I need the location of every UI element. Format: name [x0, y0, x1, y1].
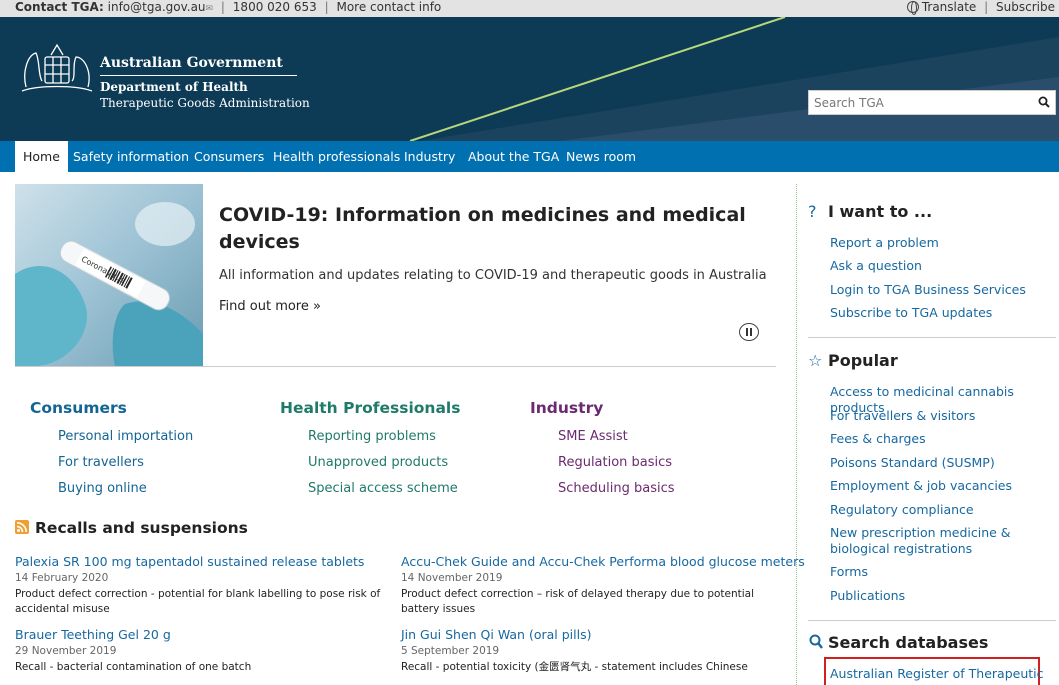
nav-safety-information[interactable]: Safety information	[65, 141, 197, 172]
recall-title-link[interactable]: Jin Gui Shen Qi Wan (oral pills)	[401, 627, 771, 642]
search-icon[interactable]	[1038, 96, 1050, 108]
divider	[808, 620, 1056, 621]
site-search	[808, 90, 1056, 115]
recall-title-link[interactable]: Palexia SR 100 mg tapentadol sustained r…	[15, 554, 385, 569]
nav-about-the-tga[interactable]: About the TGA	[460, 141, 567, 172]
recall-title-link[interactable]: Brauer Teething Gel 20 g	[15, 627, 385, 642]
department-name: Department of Health	[100, 80, 248, 94]
nav-home[interactable]: Home	[15, 141, 68, 172]
sidebar-divider	[796, 184, 797, 685]
carousel-pause-button[interactable]	[739, 323, 759, 341]
separator: |	[324, 0, 329, 14]
link-sme-assist[interactable]: SME Assist	[558, 429, 628, 444]
recall-item: Accu-Chek Guide and Accu-Chek Performa b…	[401, 554, 805, 617]
find-out-more-link[interactable]: Find out more »	[219, 299, 321, 314]
i-want-to-heading: ? I want to ...	[808, 202, 932, 221]
divider	[808, 337, 1056, 338]
link-publications[interactable]: Publications	[830, 588, 1055, 604]
separator: |	[984, 0, 989, 14]
popular-heading: ☆ Popular	[808, 351, 898, 370]
agency-name: Therapeutic Goods Administration	[100, 96, 310, 110]
link-scheduling-basics[interactable]: Scheduling basics	[558, 481, 675, 496]
rss-icon[interactable]	[15, 520, 29, 534]
link-buying-online[interactable]: Buying online	[58, 481, 147, 496]
link-new-prescription-medicine[interactable]: New prescription medicine & biological r…	[830, 525, 1055, 557]
recalls-heading: Recalls and suspensions	[15, 519, 248, 537]
star-icon: ☆	[808, 351, 823, 370]
hero-description: All information and updates relating to …	[219, 268, 767, 283]
link-reporting-problems[interactable]: Reporting problems	[308, 429, 436, 444]
divider	[15, 366, 776, 367]
hero-image[interactable]: Coronavirus	[15, 184, 203, 366]
consumers-heading[interactable]: Consumers	[30, 399, 127, 417]
link-regulatory-compliance[interactable]: Regulatory compliance	[830, 502, 1055, 518]
link-fees-charges[interactable]: Fees & charges	[830, 431, 1055, 447]
nav-news-room[interactable]: News room	[558, 141, 644, 172]
link-login-business-services[interactable]: Login to TGA Business Services	[830, 282, 1055, 298]
link-poisons-standard[interactable]: Poisons Standard (SUSMP)	[830, 455, 1055, 471]
link-unapproved-products[interactable]: Unapproved products	[308, 455, 448, 470]
government-name: Australian Government	[100, 55, 297, 76]
translate-link[interactable]: Translate	[922, 0, 977, 14]
utility-bar: Contact TGA: info@tga.gov.au✉ | 1800 020…	[0, 0, 1059, 17]
recall-date: 14 November 2019	[401, 572, 503, 584]
hero-test-tube-illustration: Coronavirus	[15, 202, 203, 366]
government-branding[interactable]: Australian Government Department of Heal…	[100, 55, 310, 110]
link-travellers-visitors[interactable]: For travellers & visitors	[830, 408, 1055, 424]
search-databases-title: Search databases	[828, 633, 989, 652]
link-employment[interactable]: Employment & job vacancies	[830, 478, 1055, 494]
contact-phone: 1800 020 653	[232, 0, 317, 14]
link-forms[interactable]: Forms	[830, 564, 1055, 580]
link-ask-a-question[interactable]: Ask a question	[830, 258, 1055, 274]
globe-icon	[906, 1, 919, 15]
nav-industry[interactable]: Industry	[396, 141, 463, 172]
hero-title-link[interactable]: COVID-19: Information on medicines and m…	[219, 202, 759, 256]
recall-description: Product defect correction – risk of dela…	[401, 588, 755, 615]
recall-item: Jin Gui Shen Qi Wan (oral pills) 5 Septe…	[401, 627, 771, 675]
recall-description: Product defect correction - potential fo…	[15, 588, 381, 615]
question-icon: ?	[808, 202, 817, 221]
contact-label: Contact TGA:	[15, 0, 104, 14]
recall-date: 14 February 2020	[15, 572, 109, 584]
popular-title: Popular	[828, 351, 898, 370]
search-input[interactable]	[809, 91, 1029, 114]
main-navigation: Home Safety information Consumers Health…	[0, 141, 1059, 172]
link-personal-importation[interactable]: Personal importation	[58, 429, 193, 444]
contact-email-link[interactable]: info@tga.gov.au	[108, 0, 206, 14]
coat-of-arms-logo[interactable]	[18, 41, 96, 99]
recalls-title: Recalls and suspensions	[35, 519, 248, 537]
nav-consumers[interactable]: Consumers	[186, 141, 272, 172]
recall-item: Palexia SR 100 mg tapentadol sustained r…	[15, 554, 385, 617]
i-want-to-title: I want to ...	[828, 202, 933, 221]
link-australian-register[interactable]: Australian Register of Therapeutic	[830, 666, 1055, 682]
more-contact-link[interactable]: More contact info	[336, 0, 441, 14]
separator: |	[220, 0, 225, 14]
industry-heading[interactable]: Industry	[530, 399, 603, 417]
email-icon: ✉	[205, 4, 214, 14]
recall-description: Recall - potential toxicity (金匮肾气丸 - sta…	[401, 661, 748, 673]
magnifier-icon	[809, 634, 823, 649]
link-subscribe-updates[interactable]: Subscribe to TGA updates	[830, 305, 1055, 321]
nav-health-professionals[interactable]: Health professionals	[265, 141, 408, 172]
recall-description: Recall - bacterial contamination of one …	[15, 661, 252, 673]
site-header: Australian Government Department of Heal…	[0, 17, 1059, 141]
link-for-travellers[interactable]: For travellers	[58, 455, 144, 470]
health-professionals-heading[interactable]: Health Professionals	[280, 399, 460, 417]
recall-item: Brauer Teething Gel 20 g 29 November 201…	[15, 627, 385, 675]
contact-info: Contact TGA: info@tga.gov.au✉ | 1800 020…	[15, 0, 441, 17]
recall-title-link[interactable]: Accu-Chek Guide and Accu-Chek Performa b…	[401, 554, 805, 569]
link-report-a-problem[interactable]: Report a problem	[830, 235, 1055, 251]
subscribe-link[interactable]: Subscribe	[996, 0, 1055, 14]
search-databases-heading: Search databases	[808, 633, 988, 652]
link-special-access-scheme[interactable]: Special access scheme	[308, 481, 458, 496]
recall-date: 29 November 2019	[15, 645, 117, 657]
utility-links: Translate | Subscribe	[906, 0, 1055, 15]
link-regulation-basics[interactable]: Regulation basics	[558, 455, 672, 470]
recall-date: 5 September 2019	[401, 645, 500, 657]
